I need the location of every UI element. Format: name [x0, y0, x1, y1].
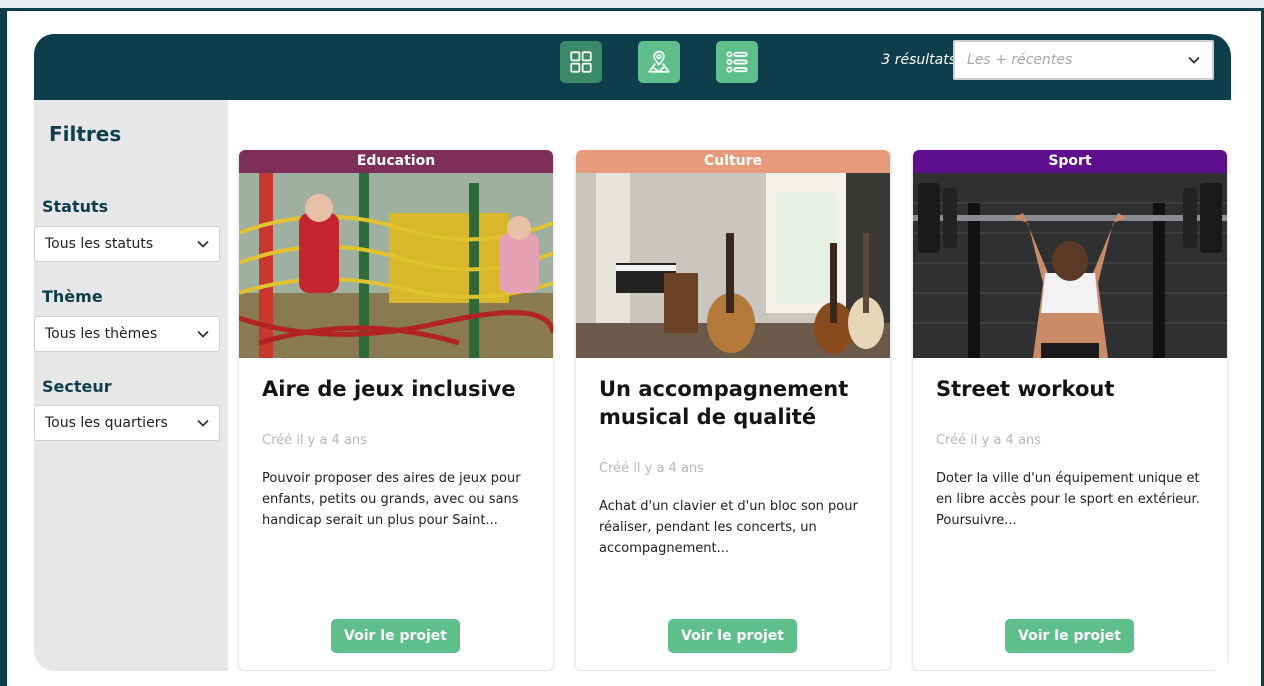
card-date: Créé il y a 4 ans: [936, 433, 1041, 448]
sector-filter-value: Tous les quartiers: [45, 415, 168, 431]
view-project-button[interactable]: Voir le projet: [1005, 619, 1134, 653]
view-project-button[interactable]: Voir le projet: [331, 619, 460, 653]
map-view-icon: [648, 50, 670, 73]
card-title: Aire de jeux inclusive: [262, 377, 516, 401]
card-date: Créé il y a 4 ans: [262, 433, 367, 448]
theme-filter-select[interactable]: Tous les thèmes: [34, 316, 220, 352]
category-tag: Education: [239, 150, 553, 173]
list-view-icon: [726, 51, 748, 73]
filter-label-status: Statuts: [42, 197, 109, 216]
chevron-down-icon: [197, 330, 209, 338]
category-tag: Culture: [576, 150, 890, 173]
card-title: Un accompagnement musical de qualité: [599, 377, 849, 429]
project-card[interactable]: Culture Un accompagnement musical de qua…: [576, 150, 890, 670]
card-description: Doter la ville d'un équipement unique et…: [936, 471, 1200, 528]
chevron-down-icon: [1188, 56, 1200, 64]
sort-placeholder: Les + récentes: [967, 52, 1073, 68]
top-bar: 3 résultats Les + récentes: [34, 34, 1231, 100]
chevron-down-icon: [197, 419, 209, 427]
app-container: 3 résultats Les + récentes Filtres Statu…: [34, 34, 1231, 671]
filter-label-sector: Secteur: [42, 377, 112, 396]
list-view-button[interactable]: [716, 41, 758, 83]
chevron-down-icon: [197, 240, 209, 248]
card-date: Créé il y a 4 ans: [599, 461, 704, 476]
sector-filter-select[interactable]: Tous les quartiers: [34, 405, 220, 441]
project-card[interactable]: Education Aire de jeux inclusive Créé il…: [239, 150, 553, 670]
grid-view-icon: [570, 51, 592, 73]
category-tag: Sport: [913, 150, 1227, 173]
map-view-button[interactable]: [638, 41, 680, 83]
project-card[interactable]: Sport Street workout Créé il y a 4 ans D…: [913, 150, 1227, 670]
theme-filter-value: Tous les thèmes: [45, 326, 158, 342]
card-description: Achat d'un clavier et d'un bloc son pour…: [599, 499, 858, 556]
filters-title: Filtres: [49, 122, 122, 146]
card-title: Street workout: [936, 377, 1115, 401]
filter-label-theme: Thème: [42, 287, 103, 306]
status-filter-select[interactable]: Tous les statuts: [34, 226, 220, 262]
weightlifting-photo: [913, 173, 1227, 358]
card-description: Pouvoir proposer des aires de jeux pour …: [262, 471, 521, 528]
filters-sidebar: Filtres Statuts Tous les statuts Thème T…: [34, 100, 228, 671]
status-filter-value: Tous les statuts: [45, 236, 154, 252]
sort-select[interactable]: Les + récentes: [953, 40, 1214, 80]
grid-view-button[interactable]: [560, 41, 602, 83]
music-room-photo: [576, 173, 890, 358]
playground-photo: [239, 173, 553, 358]
view-project-button[interactable]: Voir le projet: [668, 619, 797, 653]
results-count: 3 résultats: [881, 52, 956, 68]
